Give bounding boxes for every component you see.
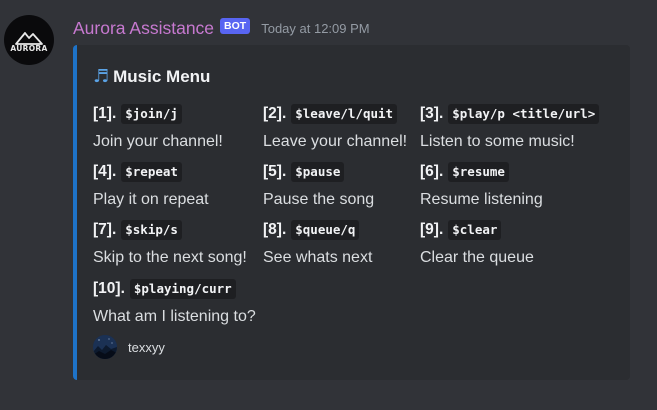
command-description: Leave your channel! (263, 133, 408, 150)
command-code: $play/p <title/url> (448, 104, 600, 124)
command-code: $pause (291, 162, 345, 182)
command-header: [4]. $repeat (93, 161, 209, 183)
command-item: [5]. $pause Pause the song (263, 161, 374, 210)
embed-footer: texxyy (93, 335, 165, 359)
command-item: [10]. $playing/curr What am I listening to… (93, 278, 256, 327)
command-code: $playing/curr (129, 279, 236, 299)
command-number: [9]. (420, 221, 444, 238)
bot-avatar[interactable]: AURORA (4, 15, 54, 65)
command-number: [4]. (93, 163, 117, 180)
command-header: [10]. $playing/curr (93, 278, 256, 300)
command-header: [6]. $resume (420, 161, 543, 183)
command-description: Play it on repeat (93, 191, 209, 208)
command-code: $join/j (121, 104, 182, 124)
command-code: $skip/s (121, 220, 182, 240)
message-timestamp[interactable]: Today at 12:09 PM (261, 21, 369, 36)
command-description: Listen to some music! (420, 133, 575, 150)
command-header: [3]. $play/p <title/url> (420, 103, 600, 125)
command-header: [8]. $queue/q (263, 219, 372, 241)
command-description: See whats next (263, 249, 373, 266)
footer-text: texxyy (128, 339, 165, 355)
command-header: [1]. $join/j (93, 103, 223, 125)
command-description: Pause the song (263, 191, 375, 208)
command-number: [2]. (263, 105, 287, 122)
command-number: [7]. (93, 221, 117, 238)
command-header: [9]. $clear (420, 219, 534, 241)
command-item: [7]. $skip/s Skip to the next song! (93, 219, 247, 268)
command-number: [10]. (93, 280, 125, 297)
embed-title-text: Music Menu (113, 66, 211, 86)
footer-avatar (93, 335, 117, 359)
command-number: [6]. (420, 163, 444, 180)
command-description: Skip to the next song! (93, 249, 247, 266)
embed-title: ♬ Music Menu (93, 66, 210, 87)
music-menu-embed: ♬ Music Menu [1]. $join/j Join your channe… (73, 45, 630, 380)
command-number: [5]. (263, 163, 287, 180)
command-header: [7]. $skip/s (93, 219, 247, 241)
command-code: $repeat (121, 162, 182, 182)
command-code: $queue/q (291, 220, 360, 240)
command-code: $resume (448, 162, 509, 182)
author-name[interactable]: Aurora Assistance (73, 18, 214, 39)
musical-notes-icon: ♬ (93, 66, 110, 87)
command-item: [1]. $join/j Join your channel! (93, 103, 223, 152)
command-code: $clear (448, 220, 502, 240)
command-item: [6]. $resume Resume listening (420, 161, 543, 210)
command-number: [8]. (263, 221, 287, 238)
command-description: What am I listening to? (93, 308, 256, 325)
command-item: [8]. $queue/q See whats next (263, 219, 372, 268)
avatar-logo-text: AURORA (10, 43, 48, 53)
footer-avatar-image-icon (93, 335, 117, 359)
command-header: [5]. $pause (263, 161, 374, 183)
command-number: [1]. (93, 105, 117, 122)
command-number: [3]. (420, 105, 444, 122)
command-description: Resume listening (420, 191, 543, 208)
message-header: Aurora Assistance BOT Today at 12:09 PM (73, 16, 370, 40)
command-item: [4]. $repeat Play it on repeat (93, 161, 209, 210)
command-item: [9]. $clear Clear the queue (420, 219, 534, 268)
command-code: $leave/l/quit (291, 104, 398, 124)
command-description: Clear the queue (420, 249, 534, 266)
command-item: [3]. $play/p <title/url> Listen to some mu… (420, 103, 600, 152)
bot-badge: BOT (220, 18, 251, 34)
command-description: Join your channel! (93, 133, 223, 150)
command-item: [2]. $leave/l/quit Leave your channel! (263, 103, 407, 152)
command-header: [2]. $leave/l/quit (263, 103, 407, 125)
